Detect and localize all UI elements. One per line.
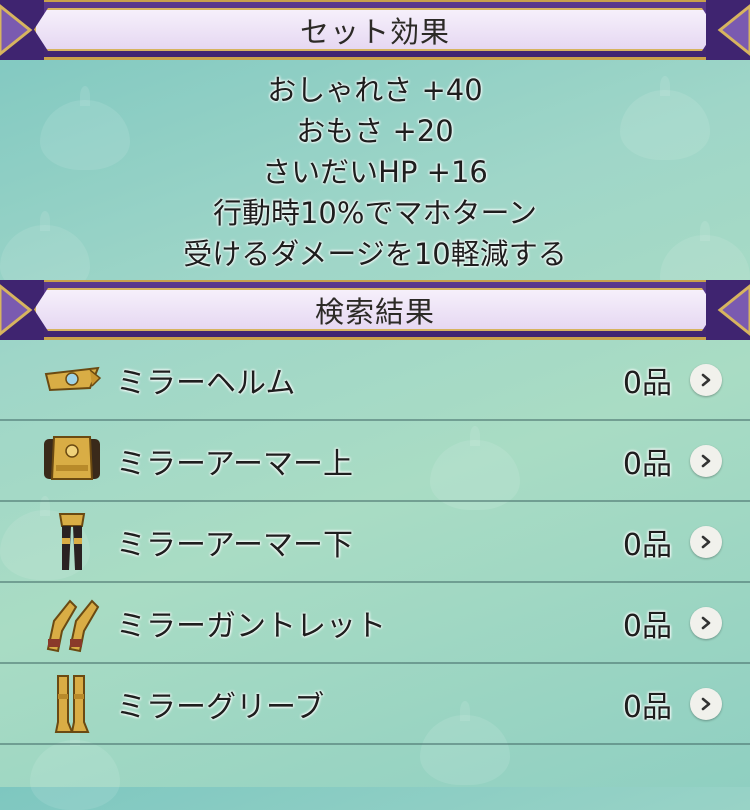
set-effect-header: セット効果: [0, 0, 750, 60]
search-results-title: 検索結果: [314, 294, 435, 329]
result-row-mirror-helm[interactable]: ミラーヘルム 0品: [0, 340, 750, 421]
corner-ornament-icon: [706, 280, 750, 340]
chevron-right-icon[interactable]: [690, 525, 722, 558]
result-item-count: 0品: [622, 446, 672, 482]
chevron-right-icon[interactable]: [690, 444, 722, 477]
set-effect-line: 受けるダメージを10軽減する: [183, 237, 567, 271]
greaves-icon: [54, 675, 90, 733]
set-effect-line: さいだいHP +16: [262, 155, 488, 189]
chevron-right-icon[interactable]: [690, 363, 722, 396]
gauntlet-icon: [46, 599, 100, 653]
set-effect-line: おもさ +20: [296, 114, 454, 148]
result-row-mirror-gauntlet[interactable]: ミラーガントレット 0品: [0, 583, 750, 664]
result-item-name: ミラーガントレット: [116, 608, 386, 644]
result-item-name: ミラーヘルム: [116, 365, 296, 401]
result-item-count: 0品: [622, 527, 672, 563]
set-effect-list: おしゃれさ +40 おもさ +20 さいだいHP +16 行動時10%でマホター…: [0, 70, 750, 278]
search-results-header: 検索結果: [0, 280, 750, 340]
result-row-mirror-armor-bottom[interactable]: ミラーアーマー下 0品: [0, 502, 750, 583]
armor-bottom-icon: [58, 513, 86, 570]
set-effect-title-plate: セット効果: [34, 8, 716, 51]
corner-ornament-icon: [706, 0, 750, 60]
result-item-name: ミラーグリーブ: [116, 689, 325, 725]
result-row-mirror-greaves[interactable]: ミラーグリーブ 0品: [0, 664, 750, 745]
search-results-title-plate: 検索結果: [34, 288, 716, 331]
search-result-list: ミラーヘルム 0品 ミラーアーマー上 0品 ミラーアーマー下 0品 ミラーガント…: [0, 340, 750, 745]
chevron-right-icon[interactable]: [690, 606, 722, 639]
set-effect-title: セット効果: [299, 14, 450, 49]
background-slime-decoration: [30, 726, 120, 810]
armor-top-icon: [44, 436, 100, 480]
result-item-name: ミラーアーマー上: [116, 446, 353, 482]
set-effect-line: 行動時10%でマホターン: [212, 196, 537, 230]
set-effect-line: おしゃれさ +40: [267, 73, 483, 107]
result-row-mirror-armor-top[interactable]: ミラーアーマー上 0品: [0, 421, 750, 502]
result-item-count: 0品: [622, 689, 672, 725]
result-item-count: 0品: [622, 365, 672, 401]
chevron-right-icon[interactable]: [690, 687, 722, 720]
result-item-name: ミラーアーマー下: [116, 527, 353, 563]
result-item-count: 0品: [622, 608, 672, 644]
helmet-icon: [44, 366, 102, 392]
